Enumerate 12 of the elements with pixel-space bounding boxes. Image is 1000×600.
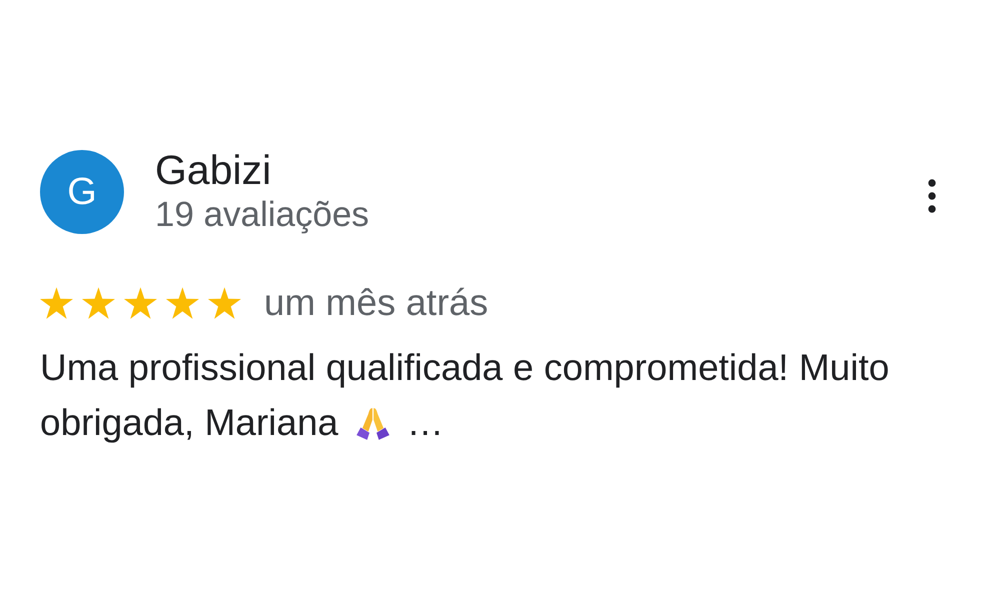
filled-star-icon [208,287,241,319]
avatar-icon: G [40,150,124,234]
review-text: Uma profissional qualificada e comprometida! Muito obrigada, Mariana … [40,346,890,445]
filled-star-icon [124,287,157,319]
more-vertical-icon [928,179,936,213]
filled-star-icon [40,287,73,319]
filled-star-icon [166,287,199,319]
reviewer-name[interactable]: Gabizi [155,147,370,193]
filled-star-icon [82,287,115,319]
review-time: um mês atrás [264,281,488,325]
praying-hands-icon [354,407,391,441]
review-count: 19 avaliações [155,194,370,236]
